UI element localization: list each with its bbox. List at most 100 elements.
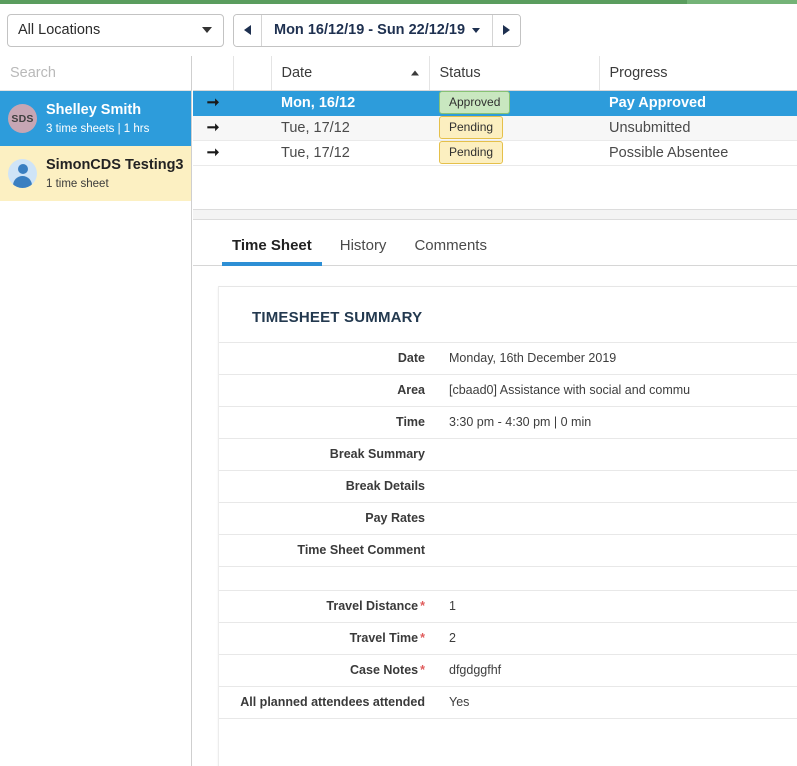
summary-row: Pay Rates: [219, 502, 797, 534]
summary-value: [435, 502, 797, 534]
row-progress: Unsubmitted: [599, 115, 797, 141]
timesheet-table: Date Status Progress ➞ Mon, 16/12 Approv…: [193, 56, 797, 166]
summary-label: Time: [219, 406, 435, 438]
person-meta: 3 time sheets | 1 hrs: [46, 122, 150, 135]
summary-label-text: All planned attendees attended: [240, 695, 425, 709]
tab-comments-label: Comments: [414, 236, 487, 254]
summary-value: Yes: [449, 695, 470, 709]
table-header-date[interactable]: Date: [271, 56, 430, 91]
next-week-button[interactable]: [492, 14, 521, 46]
status-badge: Pending: [439, 116, 504, 139]
chevron-down-icon: [472, 27, 481, 33]
sidebar-person-shelley-smith[interactable]: SDS Shelley Smith 3 time sheets | 1 hrs: [0, 91, 191, 146]
tab-comments[interactable]: Comments: [404, 237, 497, 265]
summary-value: 3:30 pm - 4:30 pm | 0 min: [449, 415, 592, 429]
sidebar-person-simoncds-testing3[interactable]: SimonCDS Testing3 1 time sheet: [0, 146, 191, 201]
location-select[interactable]: All Locations: [7, 13, 224, 47]
timesheet-summary-area: TIMESHEET SUMMARY Date Monday, 16th Dece…: [193, 265, 797, 766]
row-date: Tue, 17/12: [271, 140, 429, 166]
summary-label-text: Travel Time: [349, 631, 419, 645]
summary-value: [435, 718, 797, 750]
summary-label-text: Time Sheet Comment: [297, 543, 425, 557]
summary-label: Travel Distance *: [219, 590, 435, 622]
summary-value: 2: [449, 631, 456, 645]
summary-label: Area: [219, 374, 435, 406]
table-row[interactable]: ➞ Mon, 16/12 Approved Pay Approved: [193, 90, 797, 116]
person-name: Shelley Smith: [46, 101, 142, 118]
row-progress: Possible Absentee: [599, 140, 797, 166]
summary-row: Case Notes * dfgdggfhf: [219, 654, 797, 686]
row-status-cell: Approved: [429, 90, 599, 116]
table-header-status[interactable]: Status: [429, 56, 600, 91]
summary-value: [435, 534, 797, 566]
summary-row: All planned attendees attended Yes: [219, 686, 797, 718]
summary-label: [219, 566, 435, 590]
summary-spacer-row: [219, 566, 797, 590]
table-header-blank-2: [233, 56, 272, 91]
summary-row: Travel Distance * 1: [219, 590, 797, 622]
triangle-left-icon: [244, 25, 251, 35]
status-badge: Approved: [439, 91, 511, 114]
arrow-right-icon: ➞: [206, 143, 220, 161]
summary-row: Break Details: [219, 470, 797, 502]
summary-label-text: Area: [397, 383, 425, 397]
summary-value: [435, 438, 797, 470]
summary-value: Monday, 16th December 2019: [449, 351, 617, 365]
date-range-button[interactable]: Mon 16/12/19 - Sun 22/12/19: [262, 15, 492, 46]
summary-table: Date Monday, 16th December 2019 Area [cb…: [219, 342, 797, 751]
table-row[interactable]: ➞ Tue, 17/12 Pending Unsubmitted: [193, 115, 797, 141]
summary-value: dfgdggfhf: [449, 663, 502, 677]
summary-value: 1: [449, 599, 456, 613]
row-date: Mon, 16/12: [271, 90, 429, 116]
summary-value: [435, 566, 797, 590]
summary-label-text: Break Details: [345, 479, 425, 493]
triangle-right-icon: [503, 25, 511, 35]
summary-label-text: Date: [397, 351, 425, 365]
person-text: Shelley Smith 3 time sheets | 1 hrs: [46, 101, 149, 137]
summary-row: Date Monday, 16th December 2019: [219, 342, 797, 374]
person-avatar-icon: [8, 159, 37, 188]
table-row[interactable]: ➞ Tue, 17/12 Pending Possible Absentee: [193, 140, 797, 166]
summary-label: Date: [219, 342, 435, 374]
tab-time-sheet-label: Time Sheet: [232, 236, 312, 254]
row-arrow-cell: ➞: [193, 115, 233, 141]
summary-title: TIMESHEET SUMMARY: [252, 308, 423, 326]
summary-label-text: Break Summary: [329, 447, 425, 461]
table-header-blank-1: [193, 56, 234, 91]
row-blank-cell: [233, 90, 271, 116]
avatar: SDS: [8, 104, 37, 133]
avatar-body: [13, 176, 32, 188]
row-date: Tue, 17/12: [271, 115, 429, 141]
summary-row: Travel Time * 2: [219, 622, 797, 654]
summary-row: Break Summary: [219, 438, 797, 470]
required-asterisk-icon: *: [420, 631, 425, 645]
search-input[interactable]: [0, 56, 191, 90]
summary-label: Pay Rates: [219, 502, 435, 534]
table-header-progress[interactable]: Progress: [599, 56, 797, 91]
row-blank-cell: [233, 140, 271, 166]
summary-label-text: Time: [396, 415, 425, 429]
summary-row: Time 3:30 pm - 4:30 pm | 0 min: [219, 406, 797, 438]
arrow-right-icon: ➞: [206, 118, 220, 136]
summary-label: Time Sheet Comment: [219, 534, 435, 566]
table-header-row: Date Status Progress: [193, 56, 797, 91]
tab-time-sheet[interactable]: Time Sheet: [222, 236, 322, 266]
required-asterisk-icon: *: [420, 599, 425, 613]
summary-label-text: Travel Distance: [326, 599, 419, 613]
status-badge: Pending: [439, 141, 504, 164]
table-header-status-label: Status: [439, 64, 481, 81]
summary-row: Area [cbaad0] Assistance with social and…: [219, 374, 797, 406]
tab-history[interactable]: History: [330, 237, 397, 265]
summary-row: Time Sheet Comment: [219, 534, 797, 566]
prev-week-button[interactable]: [234, 14, 262, 46]
sort-ascending-icon: [410, 70, 419, 76]
toolbar: All Locations Mon 16/12/19 - Sun 22/12/1…: [0, 4, 797, 56]
person-meta: 1 time sheet: [46, 177, 109, 190]
table-header-progress-label: Progress: [609, 64, 668, 81]
row-status-cell: Pending: [429, 140, 599, 166]
required-asterisk-icon: *: [420, 663, 425, 677]
timesheet-summary-card: TIMESHEET SUMMARY Date Monday, 16th Dece…: [218, 285, 797, 766]
search-container: [0, 56, 191, 91]
summary-label: [219, 718, 435, 750]
detail-tabs: Time Sheet History Comments: [193, 219, 797, 266]
